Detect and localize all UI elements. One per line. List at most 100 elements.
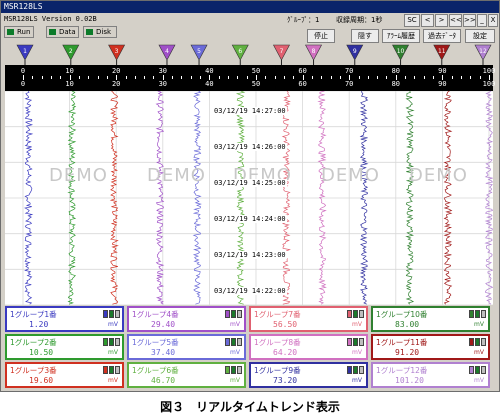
scale-upper-tick: 10	[65, 67, 74, 75]
prev-button[interactable]: <	[421, 14, 434, 27]
channel-panel[interactable]: 1グループ8番 64.20 mV	[249, 334, 368, 360]
demo-watermark: DEMO	[147, 165, 206, 186]
channel-panel[interactable]: 1グループ12番 101.20 mV	[371, 362, 490, 388]
channel-status-icon	[481, 310, 486, 318]
scale-tick-mark	[162, 75, 164, 80]
stop-button[interactable]: 停止	[307, 29, 335, 43]
scale-tick-mark	[442, 75, 444, 80]
channel-marker-1[interactable]: 1	[16, 44, 34, 67]
channel-unit: mV	[352, 321, 362, 328]
channel-status-icon	[347, 366, 352, 374]
channel-status-icon	[475, 366, 480, 374]
channel-status-icon	[225, 338, 230, 346]
sc-button[interactable]: SC	[404, 14, 420, 27]
channel-unit: mV	[230, 349, 240, 356]
channel-name: 1グループ5番	[132, 338, 179, 347]
scale-tick-mark	[265, 76, 267, 79]
channel-panel[interactable]: 1グループ4番 29.40 mV	[127, 306, 246, 332]
scale-tick-mark	[246, 76, 248, 79]
scale-upper-tick: 20	[111, 67, 121, 75]
alarm-history-button[interactable]: ｱﾗｰﾑ履歴	[382, 29, 420, 43]
scale-lower-tick: 60	[298, 80, 307, 88]
data-led-icon	[49, 29, 56, 35]
channel-value: 37.40	[151, 348, 176, 357]
scale-tick-mark	[386, 76, 388, 79]
channel-marker-8[interactable]: 8	[305, 44, 323, 67]
marker-label: 9	[353, 48, 357, 55]
channel-marker-3[interactable]: 3	[108, 44, 126, 67]
scale-upper-tick: 30	[158, 67, 168, 75]
channel-panel[interactable]: 1グループ6番 46.70 mV	[127, 362, 246, 388]
close-button[interactable]: X	[488, 14, 498, 27]
hide-button[interactable]: 隠す	[351, 29, 379, 43]
scale-lower-tick: 20	[111, 80, 121, 88]
channel-marker-5[interactable]: 5	[190, 44, 208, 67]
channel-panel[interactable]: 1グループ5番 37.40 mV	[127, 334, 246, 360]
channel-panel[interactable]: 1グループ1番 1.20 mV	[5, 306, 124, 332]
scale-tick-mark	[190, 76, 192, 79]
channel-panel[interactable]: 1グループ11番 91.20 mV	[371, 334, 490, 360]
scale-tick-mark	[311, 76, 313, 79]
scale-tick-mark	[200, 76, 202, 79]
channel-unit: mV	[108, 349, 118, 356]
channel-status-icon	[347, 338, 352, 346]
channel-panel[interactable]: 1グループ3番 19.60 mV	[5, 362, 124, 388]
scale-tick-mark	[78, 76, 80, 79]
channel-status-icon	[359, 338, 364, 346]
last-button[interactable]: >>	[463, 14, 476, 27]
scale-tick-mark	[339, 76, 341, 79]
scale-tick-mark	[423, 76, 425, 79]
past-data-button[interactable]: 過去ﾃﾞｰﾀ	[423, 29, 461, 43]
channel-panel[interactable]: 1グループ9番 73.20 mV	[249, 362, 368, 388]
channel-panel[interactable]: 1グループ10番 83.00 mV	[371, 306, 490, 332]
channel-unit: mV	[108, 321, 118, 328]
channel-marker-11[interactable]: 11	[433, 44, 451, 67]
scale-tick-mark	[69, 75, 71, 80]
channel-marker-7[interactable]: 7	[272, 44, 290, 67]
channel-status-icon	[481, 366, 486, 374]
minimize-button[interactable]: _	[477, 14, 487, 27]
marker-label: 4	[165, 48, 169, 55]
scale-tick-mark	[23, 75, 24, 80]
next-button[interactable]: >	[435, 14, 448, 27]
channel-marker-10[interactable]: 10	[392, 44, 410, 67]
channel-status-icon	[469, 338, 474, 346]
channel-unit: mV	[474, 349, 484, 356]
channel-marker-4[interactable]: 4	[158, 44, 176, 67]
channel-name: 1グループ6番	[132, 366, 179, 375]
app-window: MSR128LS MSR128LS Version 0.02B Run Data…	[0, 0, 500, 392]
channel-status-icon	[353, 310, 358, 318]
settings-button[interactable]: 設定	[465, 29, 495, 43]
figure-caption: 図３ リアルタイムトレンド表示	[160, 400, 340, 414]
channel-marker-2[interactable]: 2	[62, 44, 80, 67]
channel-unit: mV	[230, 321, 240, 328]
scale-upper-tick: 100	[482, 67, 496, 75]
scale-tick-mark	[144, 76, 146, 79]
timestamp-label: 03/12/19 14:26:00	[213, 143, 287, 151]
scale-tick-mark	[293, 76, 295, 79]
marker-label: 2	[69, 48, 73, 55]
channel-panel[interactable]: 1グループ7番 56.50 mV	[249, 306, 368, 332]
marker-label: 10	[397, 48, 405, 55]
channel-marker-9[interactable]: 9	[346, 44, 364, 67]
channel-marker-6[interactable]: 6	[231, 44, 249, 67]
scale-tick-mark	[60, 76, 62, 79]
first-button[interactable]: <<	[449, 14, 462, 27]
scale-lower-tick: 30	[158, 80, 168, 88]
channel-name: 1グループ4番	[132, 310, 179, 319]
channel-status-icon	[103, 310, 108, 318]
channel-name: 1グループ9番	[254, 366, 301, 375]
channel-value: 56.50	[273, 320, 298, 329]
channel-value: 29.40	[151, 320, 176, 329]
channel-status-icon	[231, 338, 236, 346]
scale-tick-mark	[470, 76, 472, 79]
scale-tick-mark	[32, 76, 34, 79]
channel-panel[interactable]: 1グループ2番 10.50 mV	[5, 334, 124, 360]
scale-tick-mark	[274, 76, 276, 79]
channel-value: 101.20	[395, 376, 424, 385]
channel-status-icon	[103, 366, 108, 374]
scale-upper-tick: 40	[205, 67, 214, 75]
channel-marker-12[interactable]: 12	[474, 44, 492, 67]
scale-upper-tick: 50	[251, 67, 261, 75]
marker-label: 7	[280, 48, 284, 55]
